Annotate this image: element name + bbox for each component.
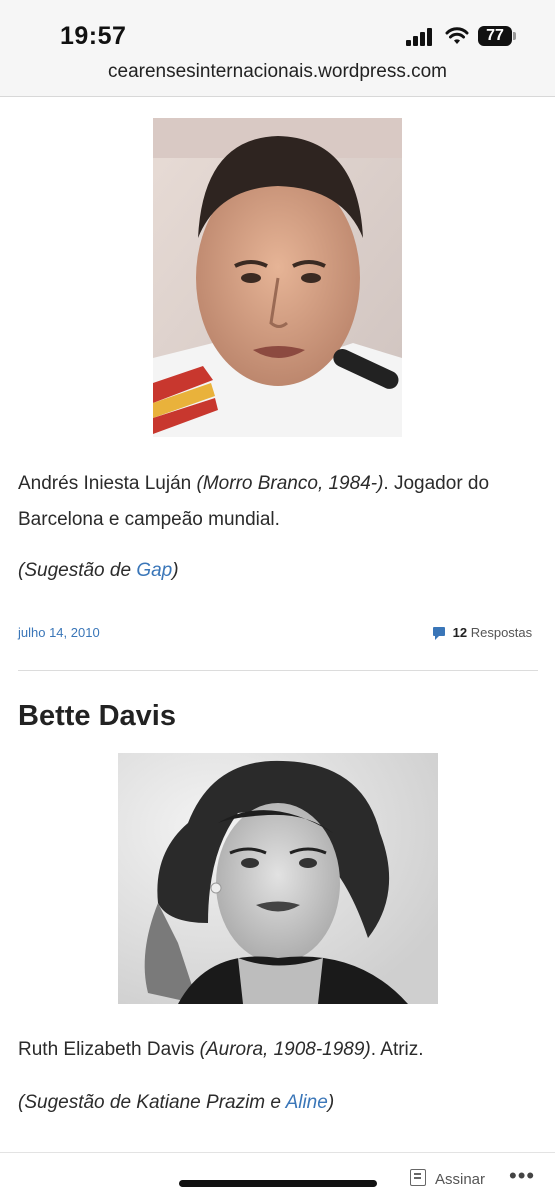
- post1-replies-link[interactable]: 12 Respostas: [433, 625, 532, 640]
- battery-level: 77: [486, 27, 504, 44]
- post1-name: Andrés Iniesta Luján: [18, 473, 192, 494]
- post2-description: . Atriz.: [370, 1039, 424, 1060]
- post1-date-link[interactable]: julho 14, 2010: [18, 625, 100, 640]
- bette-davis-photo[interactable]: [118, 753, 438, 1004]
- replies-count: 12: [452, 625, 468, 640]
- home-indicator[interactable]: [179, 1180, 377, 1187]
- post1-suggestion-prefix: (Sugestão de: [18, 560, 137, 581]
- bottom-bar: Assinar •••: [0, 1152, 555, 1201]
- subscribe-button[interactable]: Assinar: [410, 1167, 485, 1188]
- post1-suggestion: (Sugestão de Gap): [18, 560, 179, 582]
- status-time: 19:57: [60, 22, 127, 50]
- iniesta-photo[interactable]: [153, 118, 402, 437]
- post2-suggestion-prefix: (Sugestão de Katiane Prazim e: [18, 1092, 286, 1113]
- replies-label: Respostas: [470, 625, 533, 640]
- post2-caption: Ruth Elizabeth Davis (Aurora, 1908-1989)…: [18, 1032, 538, 1068]
- status-bar: 19:57 77 cearensesinternacionais.wordpre…: [0, 0, 555, 97]
- url-bar[interactable]: cearensesinternacionais.wordpress.com: [0, 61, 555, 83]
- battery-icon: 77: [478, 26, 512, 46]
- post-divider: [18, 670, 538, 671]
- battery-cap: [513, 32, 516, 40]
- post2-suggestion-suffix: ): [327, 1092, 335, 1113]
- subscribe-label: Assinar: [435, 1171, 486, 1188]
- post1-caption: Andrés Iniesta Luján (Morro Branco, 1984…: [18, 466, 538, 538]
- post2-suggestion-link[interactable]: Aline: [286, 1092, 328, 1113]
- post1-suggestion-suffix: ): [172, 560, 179, 581]
- post2-title[interactable]: Bette Davis: [18, 700, 176, 733]
- post1-suggestion-link[interactable]: Gap: [136, 560, 172, 581]
- post2-name: Ruth Elizabeth Davis: [18, 1039, 195, 1060]
- post2-suggestion: (Sugestão de Katiane Prazim e Aline): [18, 1092, 334, 1114]
- wifi-icon: [445, 27, 469, 44]
- post2-birth-info: (Aurora, 1908-1989): [199, 1039, 371, 1060]
- signal-icon: [406, 28, 436, 46]
- more-icon[interactable]: •••: [509, 1163, 535, 1189]
- subscribe-icon: [410, 1169, 426, 1186]
- comment-icon: [433, 627, 445, 640]
- post1-birth-info: (Morro Branco, 1984-): [196, 473, 384, 494]
